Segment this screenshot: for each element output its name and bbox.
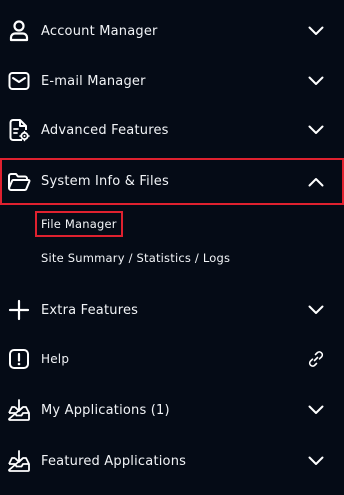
menu-item-email-manager[interactable]: E-mail Manager	[0, 59, 344, 103]
menu-item-account-manager[interactable]: Account Manager	[0, 9, 344, 53]
submenu-item-file-manager[interactable]: File Manager	[35, 211, 123, 237]
menu-item-label: Advanced Features	[41, 122, 169, 138]
chevron-up-icon[interactable]	[308, 174, 324, 190]
plus-icon	[7, 298, 31, 322]
document-gear-icon	[7, 118, 31, 142]
menu-item-my-applications[interactable]: My Applications (1)	[0, 388, 344, 432]
menu-item-system-info-files[interactable]: System Info & Files	[0, 158, 344, 205]
folder-icon	[7, 170, 31, 194]
download-tray-icon	[7, 398, 31, 422]
menu-item-label: Help	[41, 352, 70, 366]
chevron-down-icon[interactable]	[308, 23, 324, 39]
exclamation-icon	[7, 347, 31, 371]
menu-item-advanced-features[interactable]: Advanced Features	[0, 108, 344, 152]
menu-item-label: E-mail Manager	[41, 73, 146, 89]
menu-item-label: My Applications (1)	[41, 402, 170, 418]
menu-item-help[interactable]: Help	[0, 337, 344, 381]
user-icon	[7, 19, 31, 43]
menu-item-label: Featured Applications	[41, 453, 187, 469]
sidebar-menu: Account Manager E-mail Manager Advanced …	[0, 0, 344, 495]
chevron-down-icon[interactable]	[308, 302, 324, 318]
menu-item-label: System Info & Files	[41, 174, 169, 189]
download-tray-icon	[7, 449, 31, 473]
envelope-icon	[7, 69, 31, 93]
menu-item-label: Extra Features	[41, 302, 139, 318]
chevron-down-icon[interactable]	[308, 453, 324, 469]
submenu-item-site-summary[interactable]: Site Summary / Statistics / Logs	[41, 251, 230, 265]
menu-item-extra-features[interactable]: Extra Features	[0, 288, 344, 332]
chevron-down-icon[interactable]	[308, 73, 324, 89]
menu-item-label: Account Manager	[41, 23, 158, 39]
link-icon[interactable]	[307, 350, 325, 368]
menu-item-featured-applications[interactable]: Featured Applications	[0, 439, 344, 483]
chevron-down-icon[interactable]	[308, 402, 324, 418]
chevron-down-icon[interactable]	[308, 122, 324, 138]
